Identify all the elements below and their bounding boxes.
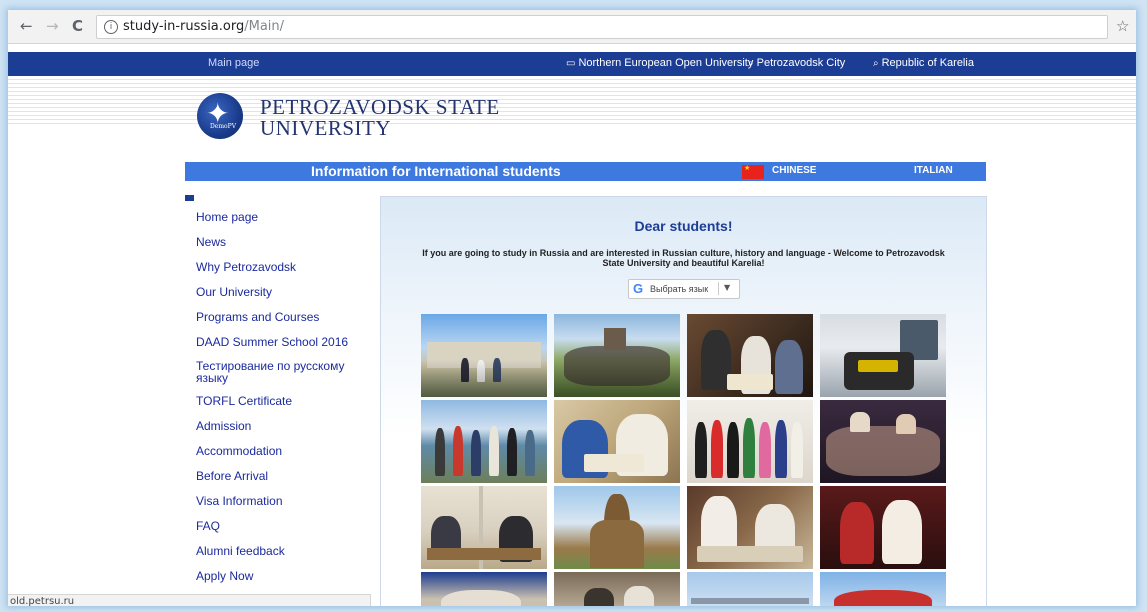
university-logo[interactable]: ✦ DemoPV: [197, 93, 243, 139]
logo-caption: DemoPV: [210, 123, 237, 130]
top-nav-link-label: Republic of Karelia: [881, 57, 974, 69]
photo-campus-building[interactable]: [421, 314, 547, 397]
photo-bridge[interactable]: [687, 572, 813, 606]
photo-lecture[interactable]: [554, 572, 680, 606]
translate-label: Выбрать язык: [650, 284, 709, 294]
top-nav-link-petrozavodsk-city[interactable]: ⌕ Petrozavodsk City: [748, 57, 845, 69]
sidebar-item-before-arrival[interactable]: Before Arrival: [196, 469, 376, 484]
translate-divider: [718, 282, 719, 295]
main-panel: Dear students! If you are going to study…: [380, 196, 987, 606]
top-nav-link-neou[interactable]: ▭ Northern European Open University: [566, 57, 753, 69]
photo-classroom[interactable]: [421, 486, 547, 569]
top-nav-main-page[interactable]: Main page: [208, 57, 259, 69]
photo-jumping-students[interactable]: [820, 572, 946, 606]
sidebar-item-torfl[interactable]: TORFL Certificate: [196, 394, 376, 409]
reload-icon[interactable]: C: [72, 18, 83, 34]
sidebar-item-daad[interactable]: DAAD Summer School 2016: [196, 335, 376, 350]
sidebar-item-apply-now[interactable]: Apply Now: [196, 569, 376, 584]
photo-study-books[interactable]: [554, 400, 680, 483]
sidebar-item-our-university[interactable]: Our University: [196, 285, 376, 300]
book-icon: ▭: [566, 58, 576, 69]
info-bar: Information for International students ★…: [185, 162, 986, 181]
sidebar-item-visa[interactable]: Visa Information: [196, 494, 376, 509]
url-text[interactable]: study-in-russia.org/Main/: [123, 19, 284, 34]
sidebar-item-faq[interactable]: FAQ: [196, 519, 376, 534]
photo-party-crowd[interactable]: [820, 400, 946, 483]
bookmark-star-icon[interactable]: ☆: [1116, 17, 1129, 35]
sidebar-item-news[interactable]: News: [196, 235, 376, 250]
photo-students-group[interactable]: [554, 314, 680, 397]
google-icon: G: [633, 281, 644, 296]
top-nav-link-karelia[interactable]: ⌕ Republic of Karelia: [873, 57, 974, 69]
sidebar-item-accommodation[interactable]: Accommodation: [196, 444, 376, 459]
info-icon[interactable]: i: [104, 20, 118, 34]
search-icon: ⌕: [748, 58, 754, 69]
page-title: Dear students!: [634, 218, 733, 234]
google-translate-select[interactable]: G Выбрать язык ▼: [628, 279, 740, 299]
photo-engineering-vehicle[interactable]: [820, 314, 946, 397]
dropdown-arrow-icon: ▼: [724, 283, 731, 292]
top-nav-link-label: Petrozavodsk City: [756, 57, 846, 69]
status-bar: old.petrsu.ru: [8, 594, 371, 606]
url-path: /Main/: [244, 19, 285, 34]
sidebar-item-admission[interactable]: Admission: [196, 419, 376, 434]
sidebar-item-russian-test[interactable]: Тестирование по русскому языку: [196, 360, 356, 384]
address-bar[interactable]: i study-in-russia.org/Main/: [96, 15, 1108, 39]
china-flag-icon[interactable]: ★: [742, 164, 764, 179]
top-nav-link-label: Northern European Open University: [578, 57, 754, 69]
photo-group-colorful[interactable]: [687, 400, 813, 483]
browser-toolbar: ← → C i study-in-russia.org/Main/ ☆: [8, 10, 1136, 44]
status-url: old.petrsu.ru: [10, 596, 75, 606]
sidebar-item-alumni[interactable]: Alumni feedback: [196, 544, 376, 559]
browser-window: ← → C i study-in-russia.org/Main/ ☆ Main…: [8, 10, 1136, 606]
back-icon[interactable]: ←: [20, 18, 33, 34]
photo-masquerade[interactable]: [820, 486, 946, 569]
photo-students-reading[interactable]: [687, 314, 813, 397]
photo-students-library[interactable]: [687, 486, 813, 569]
sidebar-menu: Home page News Why Petrozavodsk Our Univ…: [196, 210, 376, 594]
university-name[interactable]: PETROZAVODSK STATE UNIVERSITY: [260, 97, 500, 139]
sidebar-marker: [185, 195, 194, 201]
search-icon: ⌕: [873, 58, 879, 69]
forward-icon[interactable]: →: [46, 18, 59, 34]
site-top-nav: Main page ▭ Northern European Open Univer…: [8, 52, 1136, 76]
lang-italian-link[interactable]: ITALIAN: [914, 165, 953, 176]
photo-kizhi-church[interactable]: [554, 486, 680, 569]
photo-graduation[interactable]: [421, 572, 547, 606]
university-name-line1: PETROZAVODSK STATE: [260, 95, 500, 119]
header-stripes: [8, 76, 1136, 124]
info-bar-title: Information for International students: [311, 163, 561, 179]
photo-students-lake[interactable]: [421, 400, 547, 483]
sidebar-item-why-petrozavodsk[interactable]: Why Petrozavodsk: [196, 260, 376, 275]
sidebar-item-programs[interactable]: Programs and Courses: [196, 310, 376, 325]
url-domain: study-in-russia.org: [123, 19, 245, 34]
university-name-line2: UNIVERSITY: [260, 116, 391, 140]
lang-chinese-link[interactable]: CHINESE: [772, 165, 816, 176]
sidebar-item-home-page[interactable]: Home page: [196, 210, 376, 225]
intro-text: If you are going to study in Russia and …: [422, 248, 945, 268]
